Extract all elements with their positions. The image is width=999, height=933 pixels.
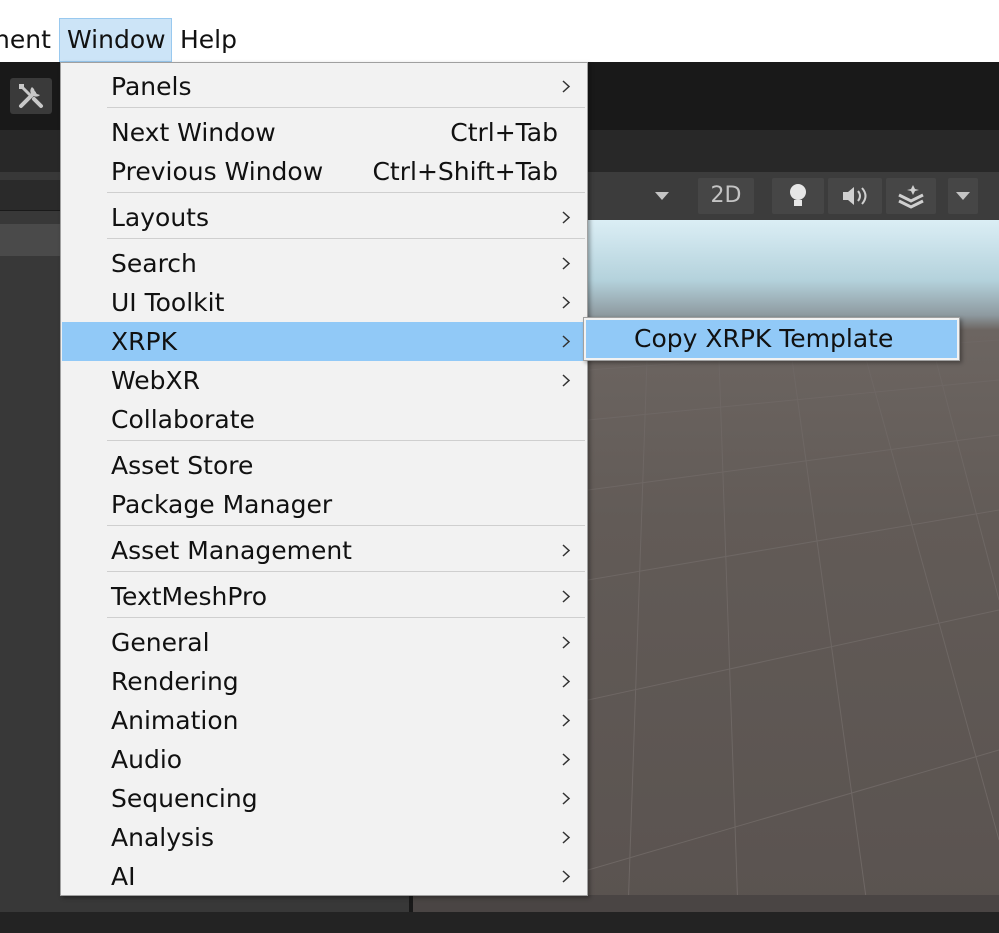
menu-item-label: Collaborate [111,405,255,434]
hierarchy-panel [0,172,60,912]
menu-item-label: WebXR [111,366,201,395]
menu-item-search[interactable]: Search [62,244,586,283]
layers-icon [896,185,926,215]
menu-window[interactable]: Window [59,18,172,62]
menu-separator [107,192,585,193]
chevron-right-icon [560,244,572,283]
menu-item-audio[interactable]: Audio [62,740,586,779]
menu-item-label: Previous Window [111,157,324,186]
menu-item-label: General [111,628,210,657]
menu-item-panels[interactable]: Panels [62,67,586,106]
menu-separator [107,440,585,441]
chevron-right-icon [560,740,572,779]
menu-item-label: Asset Management [111,536,352,565]
lightbulb-icon [786,184,810,216]
menu-item-general[interactable]: General [62,623,586,662]
menu-item-label: Sequencing [111,784,258,813]
lighting-toggle[interactable] [772,178,824,214]
tools-button[interactable] [10,78,52,114]
speaker-icon [840,187,870,214]
menu-item-label: Asset Store [111,451,254,480]
chevron-right-icon [560,283,572,322]
effects-dropdown[interactable] [948,178,978,214]
chevron-right-icon [560,701,572,740]
menu-item-xrpk[interactable]: XRPK [62,322,586,361]
menu-item-label: Panels [111,72,192,101]
menu-item-label: XRPK [111,327,177,356]
xrpk-submenu: Copy XRPK Template [583,317,960,361]
menu-help[interactable]: Help [180,18,237,62]
chevron-right-icon [560,662,572,701]
menu-separator [107,238,585,239]
menu-separator [107,525,585,526]
menu-item-animation[interactable]: Animation [62,701,586,740]
menu-separator [107,107,585,108]
caret-down-icon [955,184,971,209]
menu-item-textmeshpro[interactable]: TextMeshPro [62,577,586,616]
chevron-right-icon [560,577,572,616]
menu-separator [107,571,585,572]
menu-item-label: Copy XRPK Template [634,324,894,353]
menu-item-next-window[interactable]: Next Window Ctrl+Tab [62,113,586,152]
chevron-right-icon [560,361,572,400]
menu-item-ui-toolkit[interactable]: UI Toolkit [62,283,586,322]
chevron-right-icon [560,531,572,570]
hierarchy-row[interactable] [0,224,60,256]
mode-2d-label: 2D [710,183,742,208]
chevron-right-icon [560,67,572,106]
chevron-right-icon [560,857,572,896]
menu-item-asset-store[interactable]: Asset Store [62,446,586,485]
menu-item-collaborate[interactable]: Collaborate [62,400,586,439]
menu-item-ai[interactable]: AI [62,857,586,896]
chevron-right-icon [560,818,572,857]
menu-item-label: Layouts [111,203,210,232]
menu-item-copy-xrpk-template[interactable]: Copy XRPK Template [586,320,957,358]
menu-item-label: AI [111,862,136,891]
menu-item-package-manager[interactable]: Package Manager [62,485,586,524]
caret-down-icon[interactable] [654,188,670,207]
menu-item-shortcut: Ctrl+Tab [450,118,558,147]
menu-item-label: Animation [111,706,239,735]
menu-component[interactable]: nent [0,18,51,62]
menu-item-layouts[interactable]: Layouts [62,198,586,237]
chevron-right-icon [560,198,572,237]
status-strip [412,895,999,912]
menu-item-label: Analysis [111,823,215,852]
window-menu: Panels Next Window Ctrl+Tab Previous Win… [60,62,588,896]
menu-item-shortcut: Ctrl+Shift+Tab [372,157,558,186]
menu-bar: nent Window Help [0,0,999,62]
menu-item-rendering[interactable]: Rendering [62,662,586,701]
scene-toolbar: 2D [588,172,999,220]
menu-item-label: Package Manager [111,490,333,519]
menu-item-label: TextMeshPro [111,582,268,611]
bottom-bar [0,912,999,933]
menu-item-asset-management[interactable]: Asset Management [62,531,586,570]
chevron-right-icon [560,322,572,361]
menu-item-label: Search [111,249,197,278]
chevron-right-icon [560,623,572,662]
menu-item-label: Rendering [111,667,239,696]
menu-item-previous-window[interactable]: Previous Window Ctrl+Shift+Tab [62,152,586,191]
menu-item-analysis[interactable]: Analysis [62,818,586,857]
menu-item-webxr[interactable]: WebXR [62,361,586,400]
search-field[interactable] [0,180,60,211]
audio-toggle[interactable] [828,178,882,214]
effects-toggle[interactable] [886,178,936,214]
menu-item-label: Audio [111,745,183,774]
menu-item-label: UI Toolkit [111,288,225,317]
menu-item-label: Next Window [111,118,276,147]
menu-item-sequencing[interactable]: Sequencing [62,779,586,818]
mode-2d-button[interactable]: 2D [698,178,754,214]
chevron-right-icon [560,779,572,818]
menu-separator [107,617,585,618]
